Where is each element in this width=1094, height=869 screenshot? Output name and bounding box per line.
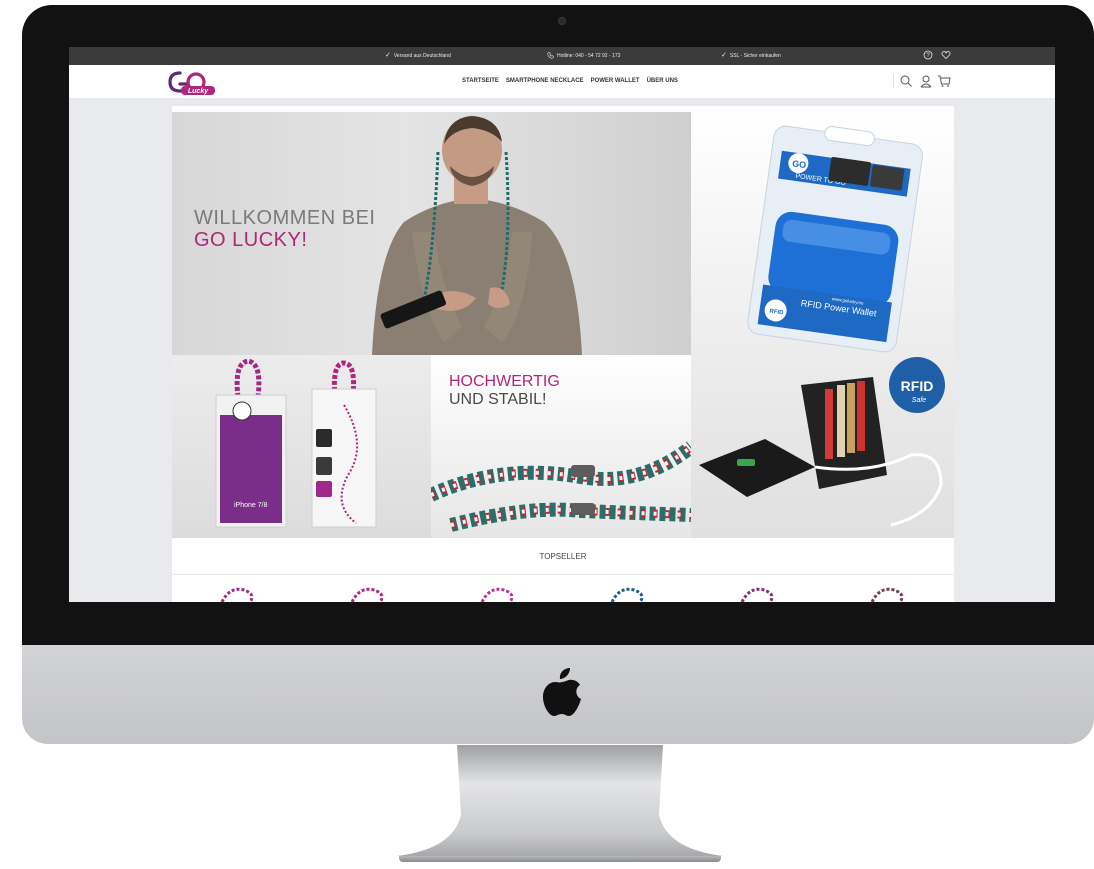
hero-headline-brand: GO LUCKY! (194, 229, 308, 251)
svg-text:iPhone 7/8: iPhone 7/8 (234, 502, 268, 509)
nav-item-power-wallet[interactable]: POWER WALLET (591, 78, 640, 84)
check-icon: ✓ (385, 52, 391, 59)
info-bar: ✓ Versand aus Deutschland Hotline: 040 -… (69, 47, 1055, 65)
shipping-text: Versand aus Deutschland (393, 52, 451, 59)
ssl-text: SSL - Sicher einkaufen (729, 52, 781, 59)
rope-closeup-image (431, 441, 691, 532)
browser-screen: ✓ Versand aus Deutschland Hotline: 040 -… (69, 47, 1055, 602)
phone-icon (547, 52, 554, 59)
rfid-badge-title: RFID (901, 378, 934, 394)
imac-stand (397, 745, 723, 856)
shipping-info: ✓ Versand aus Deutschland (385, 52, 451, 59)
nav-item-smartphone-necklace[interactable]: SMARTPHONE NECKLACE (506, 78, 584, 84)
hotline-text: Hotline: 040 - 54 72 92 - 173 (557, 52, 621, 59)
help-icon[interactable]: ? (923, 50, 933, 60)
svg-text:Lucky: Lucky (188, 88, 209, 95)
ssl-info: ✓ SSL - Sicher einkaufen (721, 52, 781, 59)
power-wallet-package-image: POWER TO GO GO RFID Power Wallet www.gol… (747, 125, 923, 353)
topseller-product-row (172, 582, 954, 602)
topseller-heading: TOPSELLER (539, 552, 587, 561)
search-icon[interactable] (899, 74, 913, 88)
apple-logo-icon (543, 668, 581, 716)
page-content: WILLKOMMEN BEI GO LUCKY! POWER TO GO GO (172, 106, 954, 602)
product-card[interactable] (602, 582, 662, 602)
svg-text:GO: GO (792, 158, 807, 170)
main-menu: STARTSEITE SMARTPHONE NECKLACE POWER WAL… (462, 78, 678, 84)
product-card[interactable] (212, 582, 272, 602)
camera-icon (558, 17, 566, 25)
product-card[interactable] (732, 582, 792, 602)
nav-item-startseite[interactable]: STARTSEITE (462, 78, 499, 84)
hero-headline: WILLKOMMEN BEI (194, 207, 376, 229)
product-card[interactable] (342, 582, 402, 602)
imac-stand-foot (399, 856, 721, 862)
product-card[interactable] (862, 582, 922, 602)
cart-icon[interactable] (937, 74, 951, 88)
section-divider (172, 574, 954, 575)
rfid-wallet-tile[interactable]: RFID Safe (691, 355, 954, 538)
check-icon: ✓ (721, 52, 727, 59)
nav-item-ueber-uns[interactable]: ÜBER UNS (647, 78, 678, 84)
nav-divider (893, 74, 894, 88)
rfid-badge-sub: Safe (912, 397, 927, 404)
hotline-info[interactable]: Hotline: 040 - 54 72 92 - 173 (547, 52, 620, 59)
golucky-logo[interactable]: Lucky (167, 69, 219, 97)
main-header: Lucky STARTSEITE SMARTPHONE NECKLACE POW… (69, 65, 1055, 98)
hero-banner[interactable]: WILLKOMMEN BEI GO LUCKY! (172, 112, 691, 355)
necklace-packs-tile[interactable]: iPhone 7/8 (172, 355, 431, 538)
product-card[interactable] (472, 582, 532, 602)
rfid-wallet-phone-image: RFID Safe (699, 357, 945, 527)
wishlist-heart-icon[interactable] (941, 50, 951, 60)
account-icon[interactable] (919, 74, 933, 88)
necklace-packaging-image: iPhone 7/8 (215, 358, 377, 528)
quality-rope-tile[interactable]: HOCHWERTIG UND STABIL! (431, 355, 691, 538)
power-wallet-banner[interactable]: POWER TO GO GO RFID Power Wallet www.gol… (691, 112, 954, 355)
